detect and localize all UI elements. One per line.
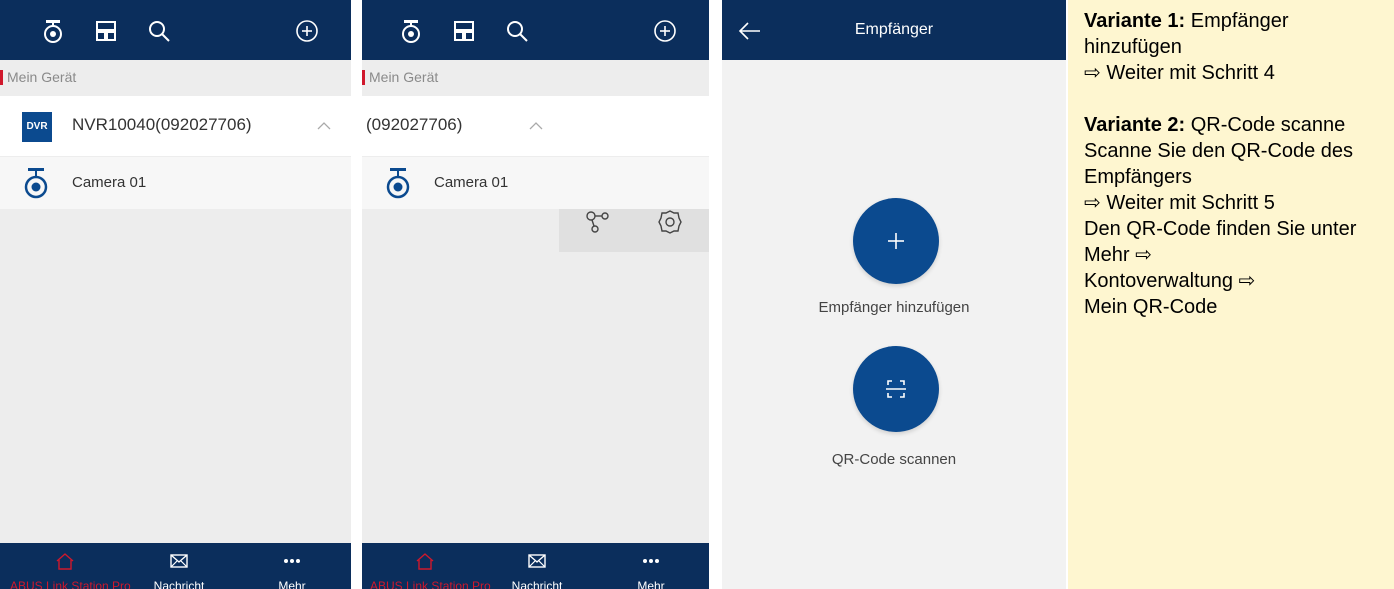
scan-qr-label: QR-Code scannen <box>831 451 957 468</box>
add-recipient-label: Empfänger hinzufügen <box>818 299 970 316</box>
add-circle-icon[interactable] <box>652 18 678 44</box>
section-label: Mein Gerät <box>362 66 438 88</box>
camera-icon[interactable] <box>398 18 424 44</box>
bottom-nav: ABUS Link Station Pro Nachricht Mehr <box>0 543 351 589</box>
nav-more[interactable]: Mehr <box>596 543 706 589</box>
home-icon <box>55 551 75 571</box>
nav-home[interactable]: ABUS Link Station Pro <box>10 543 131 589</box>
top-toolbar <box>362 0 709 60</box>
nav-home[interactable]: ABUS Link Station Pro <box>370 543 491 589</box>
camera-icon <box>384 167 412 199</box>
layout-icon[interactable] <box>93 18 119 44</box>
add-recipient-button[interactable] <box>853 198 939 284</box>
variant-2-path1: Mehr ⇨ <box>1084 244 1152 266</box>
nav-message-label: Nachricht <box>511 579 563 589</box>
search-icon[interactable] <box>146 18 172 44</box>
top-toolbar <box>0 0 351 60</box>
device-row[interactable]: (092027706) <box>362 96 709 252</box>
dvr-badge: DVR <box>22 112 52 142</box>
header-bar: Empfänger <box>722 0 1066 60</box>
more-dots-icon <box>641 551 661 571</box>
nav-home-label: ABUS Link Station Pro <box>10 579 131 589</box>
more-dots-icon <box>282 551 302 571</box>
nav-home-label: ABUS Link Station Pro <box>370 579 491 589</box>
device-list-screen: Mein Gerät DVR NVR10040(092027706) Camer… <box>0 0 351 589</box>
variant-2-path3: Mein QR-Code <box>1084 296 1218 318</box>
plus-icon <box>888 233 904 249</box>
variant-1: Variante 1: Empfänger hinzufügen <box>1084 8 1378 60</box>
variant-2-line1: Scanne Sie den QR-Code des Empfängers <box>1084 140 1354 188</box>
recipient-screen: Empfänger Empfänger hinzufügen QR-Code s… <box>722 0 1066 589</box>
nav-more-label: Mehr <box>637 579 665 589</box>
camera-name: Camera 01 <box>434 174 509 191</box>
layout-icon[interactable] <box>451 18 477 44</box>
variant-2-title: Variante 2: <box>1084 114 1186 136</box>
camera-name: Camera 01 <box>72 174 147 191</box>
variant-2: Variante 2: QR-Code scanne <box>1084 112 1378 138</box>
camera-row[interactable]: Camera 01 <box>362 157 709 209</box>
envelope-icon <box>527 551 547 571</box>
chevron-up-icon[interactable] <box>316 118 332 134</box>
nav-more-label: Mehr <box>278 579 306 589</box>
instruction-note: Variante 1: Empfänger hinzufügen ⇨ Weite… <box>1068 0 1394 589</box>
camera-row[interactable]: Camera 01 <box>0 157 351 209</box>
device-list-swiped-screen: Mein Gerät (092027706) Camera 01 ABUS Li… <box>362 0 709 589</box>
device-name: (092027706) <box>366 115 463 134</box>
section-label: Mein Gerät <box>0 66 76 88</box>
variant-1-title: Variante 1: <box>1084 10 1186 32</box>
home-icon <box>415 551 435 571</box>
camera-icon <box>22 167 50 199</box>
variant-1-next: ⇨ Weiter mit Schritt 4 <box>1084 62 1275 84</box>
device-row[interactable]: DVR NVR10040(092027706) <box>0 96 351 156</box>
bottom-nav: ABUS Link Station Pro Nachricht Mehr <box>362 543 709 589</box>
variant-2-text: QR-Code scanne <box>1190 114 1346 136</box>
envelope-icon <box>169 551 189 571</box>
chevron-up-icon[interactable] <box>528 118 544 134</box>
gear-icon[interactable] <box>657 209 683 235</box>
nav-message[interactable]: Nachricht <box>124 543 234 589</box>
variant-2-path2: Kontoverwaltung ⇨ <box>1084 270 1256 292</box>
nav-message[interactable]: Nachricht <box>482 543 592 589</box>
scan-qr-button[interactable] <box>853 346 939 432</box>
variant-2-line2: Den QR-Code finden Sie unter <box>1084 218 1357 240</box>
share-icon[interactable] <box>585 209 611 235</box>
camera-icon[interactable] <box>40 18 66 44</box>
device-name: NVR10040(092027706) <box>72 115 252 134</box>
nav-more[interactable]: Mehr <box>237 543 347 589</box>
search-icon[interactable] <box>504 18 530 44</box>
variant-2-next: ⇨ Weiter mit Schritt 5 <box>1084 192 1275 214</box>
scan-icon <box>886 380 906 398</box>
nav-message-label: Nachricht <box>153 579 205 589</box>
page-title: Empfänger <box>854 21 934 38</box>
add-circle-icon[interactable] <box>294 18 320 44</box>
